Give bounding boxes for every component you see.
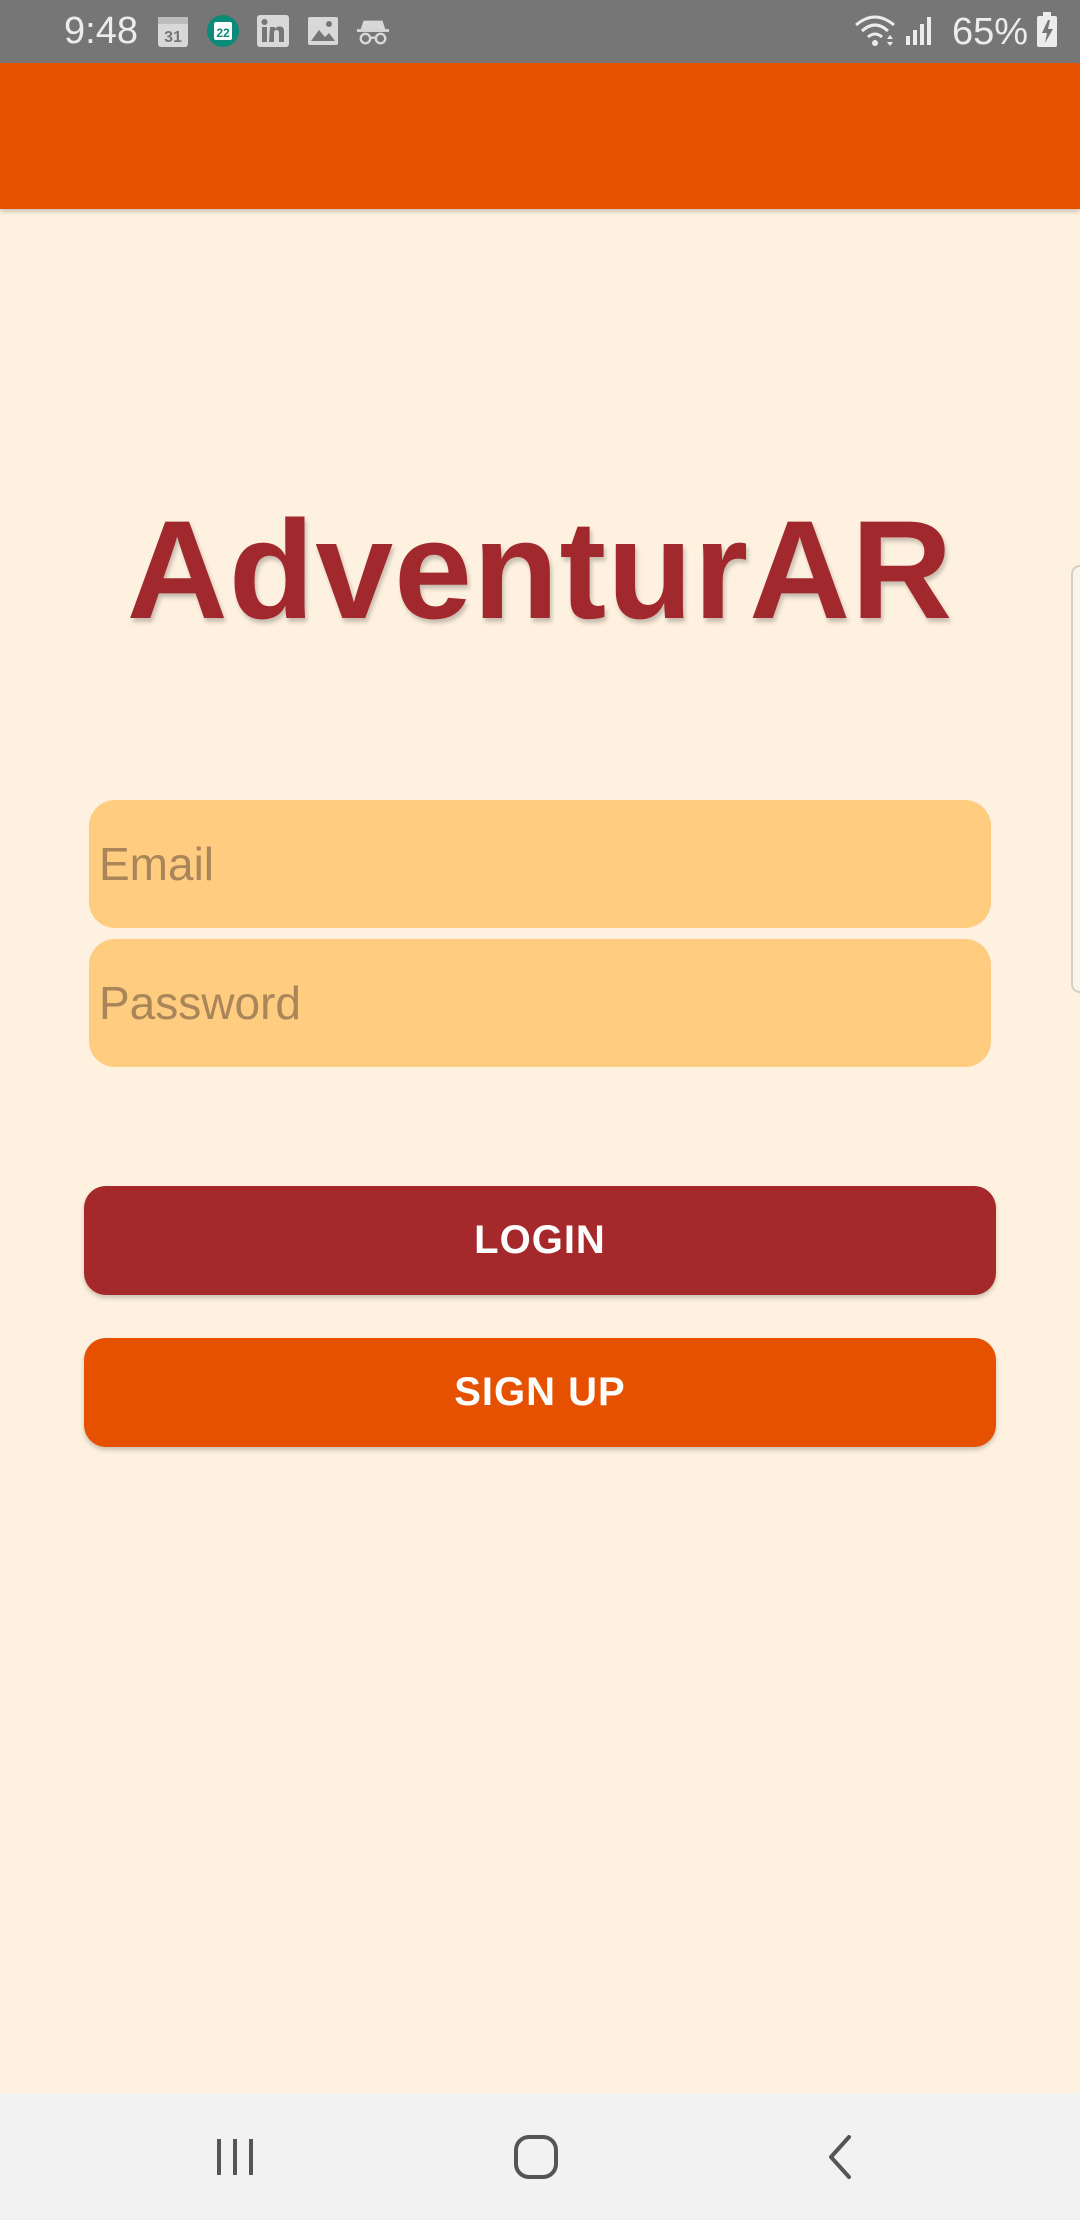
linkedin-icon [256, 14, 290, 48]
email-field[interactable] [89, 800, 991, 928]
status-bar: 9:48 31 22 65% [0, 0, 1080, 63]
signal-icon [904, 14, 936, 51]
app-logo: AdventurAR [126, 491, 954, 648]
signup-button[interactable]: SIGN UP [84, 1338, 996, 1447]
recents-icon [217, 2138, 253, 2175]
system-icons: 65% [854, 10, 1058, 54]
notification-icons: 31 22 [156, 13, 390, 49]
back-icon [829, 2134, 851, 2179]
svg-text:22: 22 [216, 26, 230, 40]
battery-charging-icon [1036, 11, 1058, 53]
incognito-icon [356, 14, 390, 48]
home-button[interactable] [446, 2093, 626, 2220]
edge-panel-handle[interactable] [1071, 565, 1080, 993]
navigation-bar [0, 2093, 1080, 2220]
calendar-icon: 31 [156, 14, 190, 48]
app-bar [0, 63, 1080, 209]
recents-button[interactable] [145, 2093, 325, 2220]
password-field[interactable] [89, 939, 991, 1067]
login-button[interactable]: LOGIN [84, 1186, 996, 1295]
svg-text:31: 31 [164, 29, 182, 46]
calendar-badge-icon: 22 [206, 14, 240, 48]
back-button[interactable] [750, 2093, 930, 2220]
wifi-icon [854, 13, 896, 52]
image-icon [306, 14, 340, 48]
login-screen: 9:48 31 22 65% AdventurAR Email LOGIN SI… [0, 0, 1080, 2220]
home-icon [514, 2134, 558, 2179]
battery-percent: 65% [951, 11, 1028, 53]
status-time: 9:48 [64, 10, 138, 52]
